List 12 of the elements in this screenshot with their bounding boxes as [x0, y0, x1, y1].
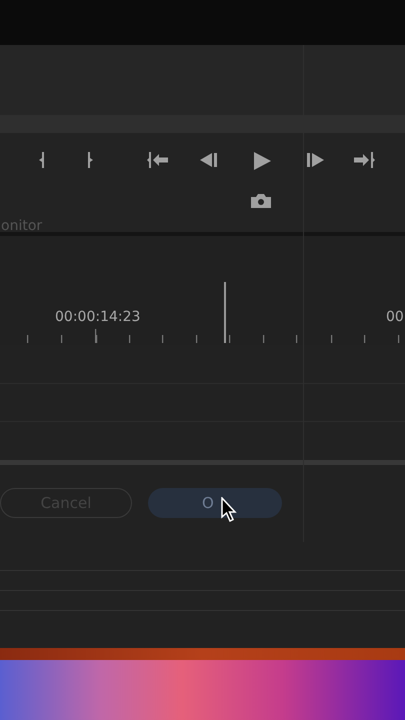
cursor-icon: [221, 497, 239, 523]
ok-button[interactable]: O: [148, 488, 282, 518]
mark-in-icon[interactable]: [37, 151, 47, 169]
step-forward-icon[interactable]: [305, 151, 325, 169]
play-icon[interactable]: [252, 151, 272, 171]
timecode-label: 00: [386, 309, 404, 325]
mark-out-icon[interactable]: [85, 151, 95, 169]
go-to-in-icon[interactable]: [147, 151, 169, 169]
go-to-out-icon[interactable]: [353, 151, 375, 169]
step-back-icon[interactable]: [199, 151, 219, 169]
camera-icon[interactable]: [250, 193, 272, 209]
timecode-label: 00:00:14:23: [55, 309, 140, 325]
